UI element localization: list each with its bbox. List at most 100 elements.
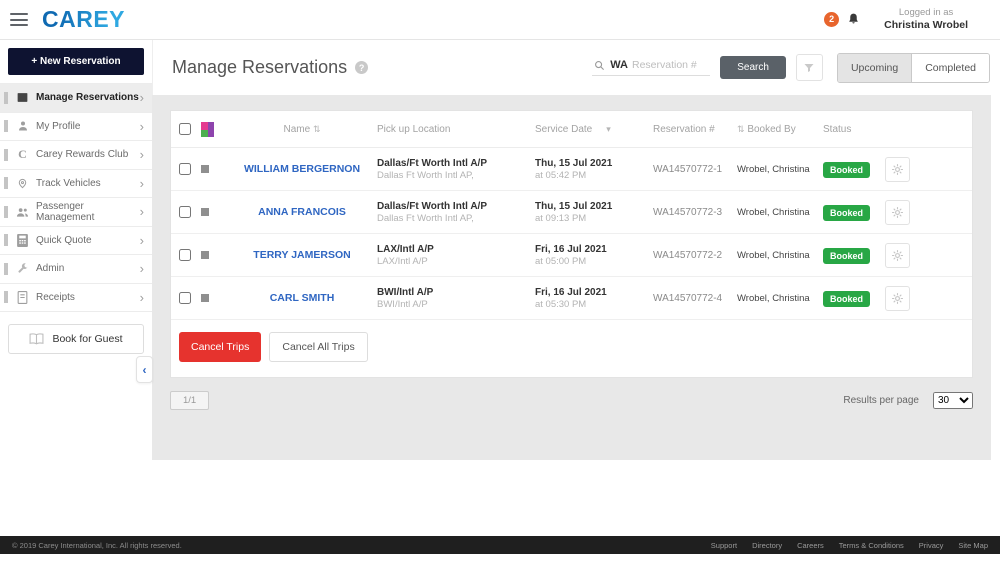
column-header-name[interactable]: Name ⇅ [227,124,377,135]
user-name: Christina Wrobel [884,19,968,33]
column-header-pickup[interactable]: Pick up Location [377,124,535,135]
pickup-location-cell: BWI/Intl A/P BWI/Intl A/P [377,287,535,310]
row-actions-button[interactable] [885,200,910,225]
caret-down-icon[interactable]: ▾ [606,124,611,134]
status-badge: Booked [823,205,870,221]
sidebar-item-admin[interactable]: Admin › [0,255,152,284]
row-color-indicator [201,208,209,216]
search-button[interactable]: Search [720,56,786,79]
passenger-name-link[interactable]: CARL SMITH [227,292,377,304]
footer-link-sitemap[interactable]: Site Map [958,541,988,550]
row-actions-button[interactable] [885,286,910,311]
table-row: WILLIAM BERGERNON Dallas/Ft Worth Intl A… [171,148,972,191]
menu-icon[interactable] [10,13,28,26]
passenger-name-link[interactable]: WILLIAM BERGERNON [227,163,377,175]
reservations-icon [16,91,29,104]
pagination-bar: 1/1 Results per page 30 [170,391,973,410]
row-actions-button[interactable] [885,243,910,268]
service-date-cell: Fri, 16 Jul 2021 at 05:00 PM [535,244,653,267]
drag-handle-icon [4,234,8,246]
column-header-booked-by[interactable]: ⇅ Booked By [737,124,823,135]
drag-handle-icon [4,177,8,189]
sort-icon[interactable]: ⇅ [313,124,321,134]
table-row: TERRY JAMERSON LAX/Intl A/P LAX/Intl A/P… [171,234,972,277]
select-all-checkbox[interactable] [179,123,191,135]
table-row: ANNA FRANCOIS Dallas/Ft Worth Intl A/P D… [171,191,972,234]
results-per-page-select[interactable]: 30 [933,392,973,409]
row-actions-button[interactable] [885,157,910,182]
receipt-icon [16,291,29,304]
sidebar-item-label: Carey Rewards Club [36,149,140,160]
footer-link-careers[interactable]: Careers [797,541,824,550]
book-for-guest-button[interactable]: Book for Guest [8,324,144,354]
sidebar-item-receipts[interactable]: Receipts › [0,284,152,313]
logged-in-user: Logged in as Christina Wrobel [884,7,986,33]
cancel-all-trips-button[interactable]: Cancel All Trips [269,332,367,362]
page-indicator[interactable]: 1/1 [170,391,209,410]
search-input[interactable]: WA Reservation # [592,59,710,76]
help-icon[interactable]: ? [355,61,368,74]
calculator-icon [16,234,29,247]
row-checkbox[interactable] [179,163,191,175]
sidebar-collapse-button[interactable]: ‹ [136,356,153,383]
sidebar-item-label: My Profile [36,121,140,132]
tab-completed[interactable]: Completed [911,54,989,82]
wrench-icon [16,262,29,275]
page-title: Manage Reservations [172,57,347,78]
reservations-table-card: Name ⇅ Pick up Location Service Date▾ Re… [170,110,973,378]
drag-handle-icon [4,149,8,161]
row-color-indicator [201,251,209,259]
pin-icon [16,177,29,190]
row-checkbox[interactable] [179,292,191,304]
sort-icon[interactable]: ⇅ [737,124,745,134]
notification-badge[interactable]: 2 [824,12,839,27]
sidebar-item-label: Receipts [36,292,140,303]
status-badge: Booked [823,291,870,307]
chevron-left-icon: ‹ [143,363,147,377]
row-color-indicator [201,165,209,173]
sidebar-item-manage-reservations[interactable]: Manage Reservations › [0,84,152,113]
book-icon [29,333,44,345]
tab-upcoming[interactable]: Upcoming [838,54,911,82]
passenger-name-link[interactable]: ANNA FRANCOIS [227,206,377,218]
user-icon [16,120,29,133]
cancel-trips-button[interactable]: Cancel Trips [179,332,261,362]
sidebar-item-quick-quote[interactable]: Quick Quote › [0,227,152,256]
footer-link-support[interactable]: Support [711,541,737,550]
filter-button[interactable] [796,54,823,81]
drag-handle-icon [4,263,8,275]
pickup-location-cell: Dallas/Ft Worth Intl A/P Dallas Ft Worth… [377,201,535,224]
sidebar-item-track-vehicles[interactable]: Track Vehicles › [0,170,152,199]
results-per-page-label: Results per page [843,395,919,406]
color-legend-icon[interactable] [201,122,214,137]
row-checkbox[interactable] [179,206,191,218]
footer-link-directory[interactable]: Directory [752,541,782,550]
drag-handle-icon [4,92,8,104]
funnel-icon [803,62,815,74]
booked-by: Wrobel, Christina [737,250,823,261]
pickup-location-cell: LAX/Intl A/P LAX/Intl A/P [377,244,535,267]
sidebar-item-passenger-management[interactable]: Passenger Management › [0,198,152,227]
table-row: CARL SMITH BWI/Intl A/P BWI/Intl A/P Fri… [171,277,972,320]
footer-link-privacy[interactable]: Privacy [919,541,944,550]
page-toolbar: Manage Reservations ? WA Reservation # S… [152,40,1000,95]
column-header-service-date[interactable]: Service Date▾ [535,124,653,135]
sidebar-item-label: Quick Quote [36,235,140,246]
sidebar-item-my-profile[interactable]: My Profile › [0,113,152,142]
passenger-name-link[interactable]: TERRY JAMERSON [227,249,377,261]
passengers-icon [16,205,29,218]
gear-icon [891,163,904,176]
new-reservation-button[interactable]: + New Reservation [8,48,144,75]
bell-icon[interactable] [847,12,860,26]
row-checkbox[interactable] [179,249,191,261]
carey-logo: CAREY [42,6,125,33]
sidebar-item-carey-rewards-club[interactable]: C Carey Rewards Club › [0,141,152,170]
reservation-number: WA14570772-1 [653,164,737,175]
footer-link-terms[interactable]: Terms & Conditions [839,541,904,550]
chevron-right-icon: › [140,119,144,134]
reservation-number: WA14570772-3 [653,207,737,218]
column-header-reservation[interactable]: Reservation # [653,124,737,135]
service-date-cell: Thu, 15 Jul 2021 at 05:42 PM [535,158,653,181]
chevron-right-icon: › [140,147,144,162]
column-header-status[interactable]: Status [823,124,885,135]
